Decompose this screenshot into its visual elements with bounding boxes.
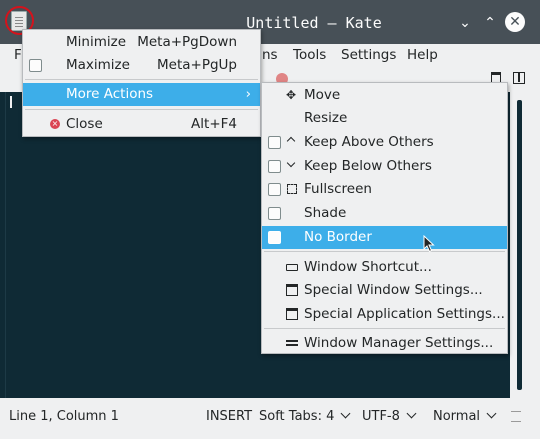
menu-item-keep-below[interactable]: Keep Below Others [262,155,507,178]
no-border-checkbox[interactable] [268,231,281,244]
menu-item-keep-above[interactable]: Keep Above Others [262,131,507,154]
mouse-pointer-icon [423,235,435,253]
menu-item-label: No Border [304,229,372,245]
keep-below-checkbox[interactable] [268,160,281,173]
indentation-select[interactable]: Soft Tabs: 4 [259,408,351,425]
move-icon: ✥ [286,88,297,102]
menu-item-label: Move [304,87,341,103]
split-view-icon[interactable] [513,72,525,84]
menu-item-minimize[interactable]: Minimize Meta+PgDown [23,31,260,54]
menu-item-label: Fullscreen [304,181,372,197]
word-wrap-icon[interactable] [511,411,521,422]
keep-above-checkbox[interactable] [268,136,281,149]
encoding-select[interactable]: UTF-8 [362,408,417,425]
menu-item-shortcut: Alt+F4 [191,116,237,132]
menu-item-label: Shade [304,205,347,221]
menu-separator [25,109,258,110]
maximize-checkbox[interactable] [29,59,42,72]
menu-item-special-app-settings[interactable]: Special Application Settings... [262,303,507,326]
menu-item-label: Minimize [66,34,126,50]
menu-separator [25,79,258,80]
sliders-icon [286,340,298,342]
menu-item-label: Keep Above Others [304,134,434,150]
menu-item-shade[interactable]: Shade [262,202,507,225]
menu-item-special-window-settings[interactable]: Special Window Settings... [262,279,507,302]
menu-tools[interactable]: Tools [293,44,326,66]
menu-settings[interactable]: Settings [341,44,396,66]
menu-item-window-shortcut[interactable]: Window Shortcut... [262,256,507,279]
menu-view-partial[interactable]: ns [262,44,278,66]
menu-item-move[interactable]: ✥ Move [262,84,507,107]
text-cursor [10,96,12,108]
fullscreen-icon [287,184,297,194]
close-icon: × [50,119,60,129]
menu-help[interactable]: Help [407,44,438,66]
menu-item-close[interactable]: × Close Alt+F4 [23,113,260,136]
menu-item-shortcut: Meta+PgDown [137,34,237,50]
app-settings-icon [286,308,298,320]
mode-select[interactable]: Normal [433,408,497,425]
chevron-up-icon [286,136,296,146]
close-button[interactable]: ✕ [505,12,525,32]
menu-file-partial[interactable]: F [14,44,22,66]
menu-item-no-border[interactable]: No Border [262,226,507,249]
menu-item-label: Keep Below Others [304,158,432,174]
scrollbar-track[interactable] [517,100,522,390]
chevron-down-icon [486,408,497,419]
menu-separator [264,251,505,252]
encoding-label: UTF-8 [362,409,400,424]
submenu-arrow-icon: › [245,86,251,102]
menu-item-window-manager-settings[interactable]: Window Manager Settings... [262,332,507,355]
menu-item-label: More Actions [66,86,154,102]
menu-item-label: Window Shortcut... [304,259,432,275]
input-mode[interactable]: INSERT [206,409,252,425]
menu-item-fullscreen[interactable]: Fullscreen [262,178,507,201]
menu-separator [264,328,505,329]
mode-label: Normal [433,409,481,424]
chevron-down-icon [406,408,417,419]
scrollbar[interactable] [510,92,540,398]
shade-checkbox[interactable] [268,207,281,220]
menu-item-maximize[interactable]: Maximize Meta+PgUp [23,54,260,77]
menu-item-label: Window Manager Settings... [304,335,494,351]
window-settings-icon [286,284,298,296]
cursor-position[interactable]: Line 1, Column 1 [9,409,119,425]
menu-item-resize[interactable]: Resize [262,107,507,130]
menu-item-label: Special Window Settings... [304,282,483,298]
menu-item-shortcut: Meta+PgUp [157,57,237,73]
menu-item-more-actions[interactable]: More Actions › [23,83,260,106]
chevron-down-icon [286,158,296,168]
menu-item-label: Resize [304,110,348,126]
minimize-button[interactable]: ⌄ [455,13,475,33]
maximize-button[interactable]: ⌃ [480,13,500,33]
fullscreen-checkbox[interactable] [268,183,281,196]
menu-item-label: Special Application Settings... [304,306,505,322]
menu-item-label: Close [66,116,103,132]
indentation-label: Soft Tabs: 4 [259,409,335,424]
keyboard-icon [286,264,298,271]
chevron-down-icon [340,408,351,419]
menu-item-label: Maximize [66,57,130,73]
